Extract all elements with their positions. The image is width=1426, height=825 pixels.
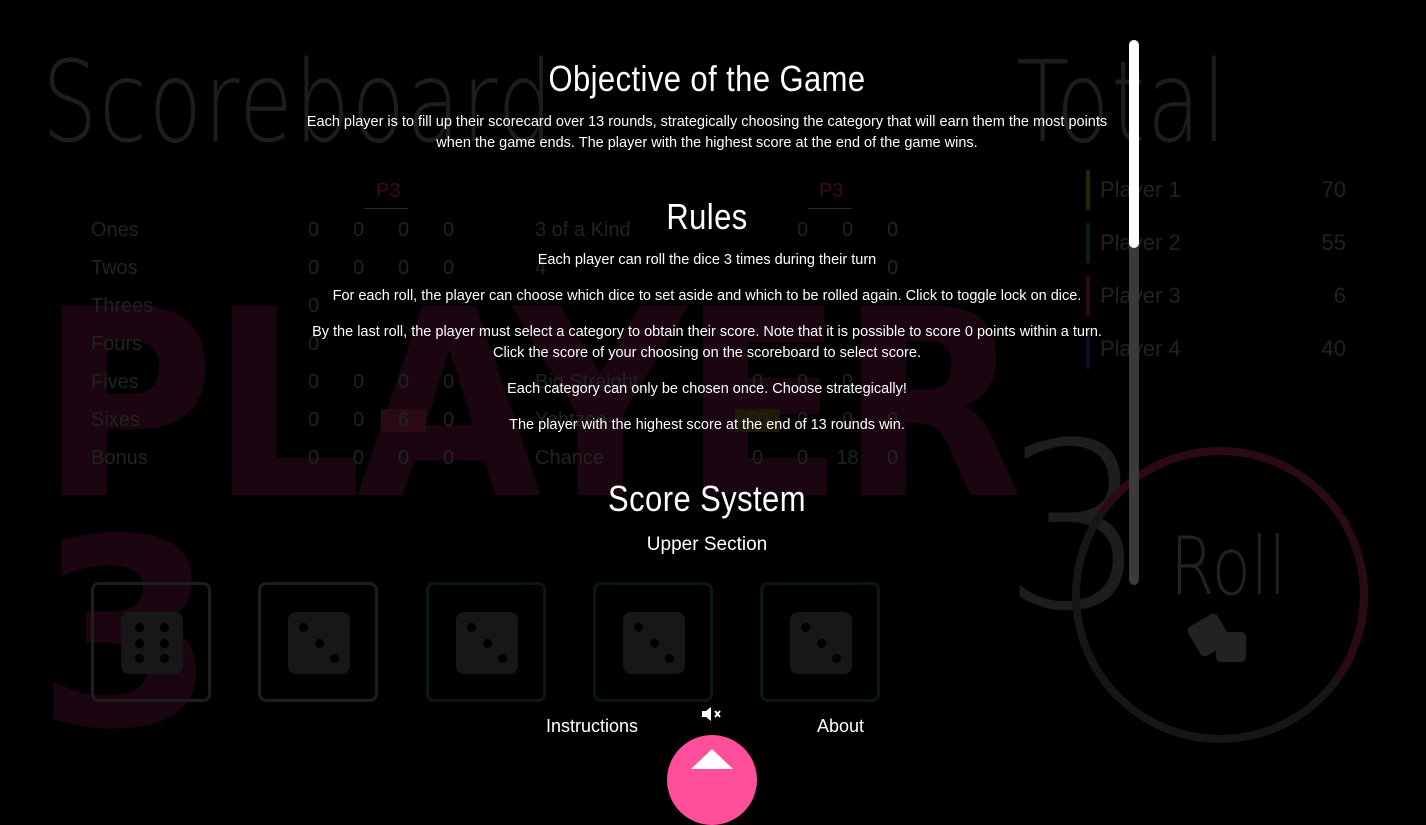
die-slot[interactable]	[760, 582, 880, 702]
category-label: Fives	[91, 370, 139, 393]
player-total: 6	[1333, 283, 1346, 308]
upper-section-subheading: Upper Section	[646, 534, 768, 555]
category-label: Threes	[91, 294, 154, 317]
objective-heading: Objective of the Game	[548, 58, 866, 99]
die-pip	[330, 654, 339, 663]
standing-row: Player 4 40	[1086, 325, 1346, 373]
about-link[interactable]: About	[817, 716, 864, 737]
die-pip	[498, 654, 507, 663]
die-pip	[159, 638, 169, 648]
die-pip	[314, 638, 324, 648]
die-slot[interactable]	[91, 582, 211, 702]
instructions-modal: Objective of the Game Each player is to …	[296, 40, 1118, 580]
die-pip	[159, 654, 169, 663]
roll-button-label[interactable]: Roll	[1170, 520, 1286, 613]
player-total: 40	[1321, 336, 1346, 361]
die-slot[interactable]	[593, 582, 713, 702]
die-face-icon[interactable]	[790, 612, 852, 674]
die-pip	[159, 623, 169, 632]
die-pip	[299, 623, 308, 632]
instructions-link[interactable]: Instructions	[546, 716, 638, 737]
die-face-icon[interactable]	[288, 612, 350, 674]
die-pip	[467, 623, 476, 632]
die-pip	[816, 638, 826, 648]
category-label: Fours	[91, 332, 143, 355]
collapse-menu-button[interactable]	[667, 735, 757, 825]
dice-icon	[1186, 612, 1256, 673]
die-pip	[832, 654, 841, 663]
rule-item: Each player can roll the dice 3 times du…	[537, 252, 877, 268]
category-label: Ones	[91, 218, 139, 241]
die-pip	[135, 638, 145, 648]
standing-row: Player 1 70	[1086, 166, 1346, 214]
chevron-up-icon	[691, 749, 733, 769]
rule-item: By the last roll, the player must select…	[312, 324, 1102, 361]
die-pip	[649, 638, 659, 648]
die-slot[interactable]	[426, 582, 546, 702]
standing-row: Player 2 55	[1086, 219, 1346, 267]
player-total: 70	[1321, 177, 1346, 202]
die-pip	[135, 623, 145, 632]
score-system-heading: Score System	[608, 478, 806, 519]
die-pip	[482, 638, 492, 648]
rule-item: The player with the highest score at the…	[509, 417, 905, 433]
standing-row: Player 36	[1086, 272, 1346, 320]
mute-icon[interactable]	[700, 704, 724, 729]
die-pip	[634, 623, 643, 632]
die-pip	[801, 623, 810, 632]
player-total: 55	[1321, 230, 1346, 255]
die-pip	[135, 654, 145, 663]
rule-item: For each roll, the player can choose whi…	[332, 288, 1082, 304]
die-slot[interactable]	[258, 582, 378, 702]
die-face-icon[interactable]	[623, 612, 685, 674]
die-face-icon[interactable]	[456, 612, 518, 674]
objective-text: Each player is to fill up their scorecar…	[306, 114, 1108, 151]
category-label: Sixes	[91, 408, 140, 431]
modal-scrollbar-thumb[interactable]	[1129, 40, 1139, 248]
die-face-icon[interactable]	[121, 612, 183, 674]
rules-heading: Rules	[666, 196, 748, 237]
category-label: Twos	[91, 256, 138, 279]
standings-list: Player 1 70 Player 2 55 Player 3 6 Player 4 40	[1086, 166, 1346, 378]
die-pip	[665, 654, 674, 663]
category-label: Bonus	[91, 446, 148, 469]
rule-item: Each category can only be chosen once. C…	[507, 381, 907, 397]
